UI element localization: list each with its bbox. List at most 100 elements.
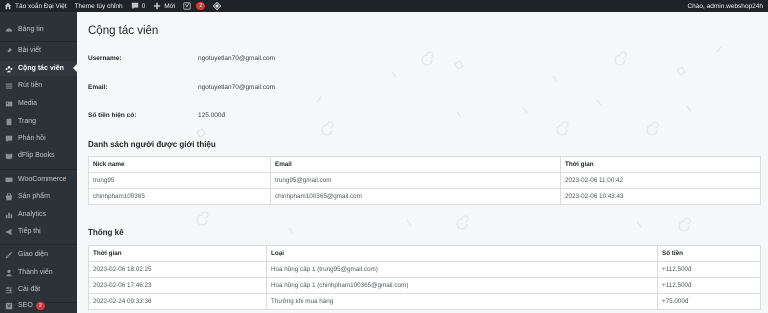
sidebar-item-products[interactable]: Sản phẩm (0, 189, 77, 204)
sidebar-item-comments[interactable]: Phản hồi (0, 131, 77, 146)
table-cell: +112.500đ (657, 277, 761, 294)
comments-link[interactable]: 0 (127, 0, 150, 12)
sidebar-separator (0, 41, 77, 42)
seo-badge: 2 (35, 301, 45, 310)
referrals-table: Nick name Email Thời gian trung95 trung9… (88, 156, 761, 205)
table-cell: Thưởng khi mua hàng (266, 293, 658, 310)
balance-label: Số tiền hiện có: (88, 112, 137, 119)
comments-count: 0 (141, 2, 146, 10)
email-label: Email: (88, 84, 108, 91)
table-cell: trung95@gmail.com (270, 172, 561, 189)
comment-icon (131, 2, 138, 10)
sidebar-item-label: Sản phẩm (18, 193, 50, 200)
chart-icon (5, 212, 13, 218)
diamond-icon (213, 2, 222, 10)
home-icon (4, 2, 12, 10)
admin-bar: Tảo xoắn Đại Việt Theme tùy chỉnh 0 Mới … (0, 0, 768, 12)
book-icon (5, 153, 13, 159)
brush-icon (5, 251, 13, 258)
column-header: Email (270, 156, 561, 173)
sidebar-item-label: dFlip Books (18, 152, 55, 159)
new-label: Mới (164, 2, 176, 10)
table-cell: 2023-02-06 11:00:42 (560, 172, 761, 189)
sidebar-item-withdraw[interactable]: Rút tiền (0, 78, 77, 93)
sidebar-item-label: Bài viết (18, 47, 41, 54)
media-icon (5, 101, 13, 106)
column-header: Nick name (88, 156, 271, 173)
sidebar-separator (0, 169, 77, 170)
table-cell: chinhpham100365 (88, 188, 271, 205)
theme-custom-link[interactable]: Theme tùy chỉnh (71, 0, 127, 12)
column-header: Thời gian (88, 245, 267, 262)
table-cell: 2023-02-06 18:02:25 (88, 261, 267, 278)
referrals-title: Danh sách người được giới thiệu (88, 140, 216, 149)
yoast-link[interactable]: 2 (179, 0, 209, 12)
balance-value: 125.000đ (198, 112, 226, 119)
sidebar-item-analytics[interactable]: Analytics (0, 207, 77, 222)
sidebar-item-label: SEO (18, 302, 33, 309)
megaphone-icon (5, 228, 12, 235)
yoast-badge: 2 (196, 2, 206, 10)
greeting: Chào, admin.webshop24h (687, 2, 763, 10)
sidebar-item-pages[interactable]: Trang (0, 114, 77, 129)
sidebar-item-label: Media (18, 100, 38, 107)
admin-sidebar: Bảng tin Bài viết Cộng tác viên Rút tiền… (0, 12, 77, 313)
main-content: Cộng tác viên Username: ngotuyetlan70@gm… (77, 12, 768, 313)
theme-custom-label: Theme tùy chỉnh (74, 2, 123, 10)
table-cell: +75.000đ (657, 293, 761, 310)
pin-icon (5, 47, 13, 54)
sidebar-item-posts[interactable]: Bài viết (0, 43, 77, 58)
users-group-icon (5, 65, 13, 72)
stats-title: Thống kê (88, 228, 124, 237)
table-cell: trung95 (88, 172, 271, 189)
woo-icon (5, 177, 13, 182)
table-row: 2022-02-24 09:33:36 Thưởng khi mua hàng … (88, 293, 761, 310)
sidebar-item-label: Cài đặt (18, 286, 41, 293)
yoast-icon (5, 302, 13, 309)
sidebar-item-media[interactable]: Media (0, 96, 77, 111)
sidebar-item-label: Tiếp thị (18, 228, 41, 235)
table-cell: 2023-02-06 17:46:23 (88, 277, 267, 294)
table-cell: 2022-02-24 09:33:36 (88, 293, 267, 310)
plus-icon (154, 2, 161, 10)
sidebar-item-dflip[interactable]: dFlip Books (0, 148, 77, 163)
site-name: Tảo xoắn Đại Việt (15, 2, 67, 10)
table-row: 2023-02-06 18:02:25 Hoa hồng cấp 1 (trun… (88, 261, 761, 278)
comment-icon (5, 135, 13, 142)
account-menu[interactable]: Chào, admin.webshop24h (683, 0, 768, 12)
home-link[interactable]: Tảo xoắn Đại Việt (0, 0, 71, 12)
settings-icon (5, 286, 13, 293)
table-cell: Hoa hồng cấp 1 (chinhpham100365@gmail.co… (266, 277, 658, 294)
table-row: trung95 trung95@gmail.com 2023-02-06 11:… (88, 172, 761, 189)
table-header-row: Thời gian Loại Số tiền (88, 245, 761, 262)
column-header: Loại (266, 245, 658, 262)
sidebar-item-label: Analytics (18, 211, 47, 218)
sidebar-item-label: Phản hồi (18, 135, 46, 142)
sidebar-separator (0, 244, 77, 245)
dashboard-icon (5, 27, 13, 32)
sidebar-item-appearance[interactable]: Giao diện (0, 247, 77, 262)
table-row: chinhpham100365 chinhpham100365@gmail.co… (88, 188, 761, 205)
table-cell: chinhpham100365@gmail.com (270, 188, 561, 205)
page-title: Cộng tác viên (88, 25, 159, 37)
sidebar-item-label: Cộng tác viên (18, 65, 64, 72)
sidebar-item-settings[interactable]: Cài đặt (0, 282, 77, 297)
sidebar-item-collaborators[interactable]: Cộng tác viên (0, 61, 77, 76)
table-cell: Hoa hồng cấp 1 (trung95@gmail.com) (266, 261, 658, 278)
sidebar-item-label: Trang (18, 118, 37, 125)
sidebar-item-dashboard[interactable]: Bảng tin (0, 22, 77, 37)
stats-table: Thời gian Loại Số tiền 2023-02-06 18:02:… (88, 245, 761, 310)
sidebar-item-label: WooCommerce (18, 176, 67, 183)
table-cell: +112.500đ (657, 261, 761, 278)
sidebar-item-label: Bảng tin (18, 26, 44, 33)
table-cell: 2023-02-06 10:43:43 (560, 188, 761, 205)
sidebar-item-woocommerce[interactable]: WooCommerce (0, 172, 77, 187)
sidebar-item-marketing[interactable]: Tiếp thị (0, 224, 77, 239)
list-icon (5, 83, 13, 89)
new-content-link[interactable]: Mới (149, 0, 179, 12)
sidebar-item-label: Giao diện (18, 251, 48, 258)
diamond-link[interactable] (209, 0, 228, 12)
sidebar-item-seo[interactable]: SEO 2 (0, 298, 77, 313)
email-value: ngotuyetlan70@gmail.com (198, 84, 276, 91)
sidebar-item-users[interactable]: Thành viên (0, 265, 77, 280)
